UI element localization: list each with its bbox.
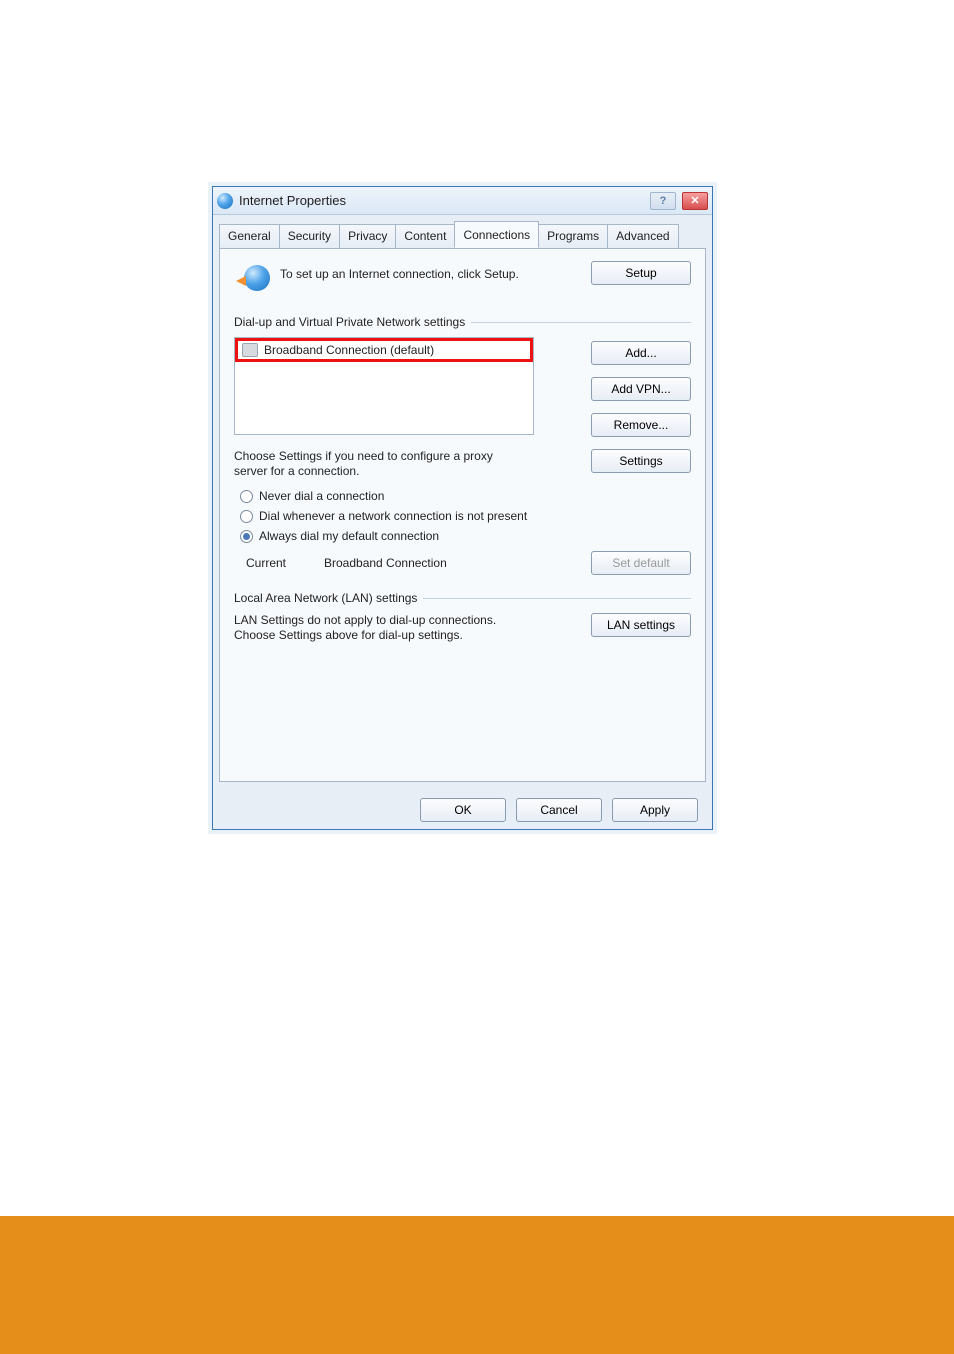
radio-dial-whenever[interactable]: Dial whenever a network connection is no… <box>240 509 691 523</box>
globe-small-icon <box>217 193 233 209</box>
setup-description: To set up an Internet connection, click … <box>280 261 520 282</box>
current-value: Broadband Connection <box>324 556 591 570</box>
radio-always-dial[interactable]: Always dial my default connection <box>240 529 691 543</box>
tab-privacy[interactable]: Privacy <box>339 224 396 248</box>
lan-section-label: Local Area Network (LAN) settings <box>234 591 417 605</box>
tab-security[interactable]: Security <box>279 224 340 248</box>
radio-icon <box>240 530 253 543</box>
list-item-label: Broadband Connection (default) <box>264 343 434 357</box>
radio-label: Never dial a connection <box>259 489 384 503</box>
set-default-button: Set default <box>591 551 691 575</box>
page-root: Internet Properties ? ✕ General Security… <box>0 0 954 1354</box>
proxy-description: Choose Settings if you need to configure… <box>234 449 518 479</box>
tab-general[interactable]: General <box>219 224 280 248</box>
lan-description: LAN Settings do not apply to dial-up con… <box>234 613 518 643</box>
dialup-section-header: Dial-up and Virtual Private Network sett… <box>234 315 691 329</box>
dialup-section-label: Dial-up and Virtual Private Network sett… <box>234 315 465 329</box>
lan-section-header: Local Area Network (LAN) settings <box>234 591 691 605</box>
list-item[interactable]: Broadband Connection (default) <box>235 338 533 362</box>
radio-icon <box>240 490 253 503</box>
lan-settings-button[interactable]: LAN settings <box>591 613 691 637</box>
settings-button[interactable]: Settings <box>591 449 691 473</box>
help-button[interactable]: ? <box>650 192 676 210</box>
add-button[interactable]: Add... <box>591 341 691 365</box>
remove-button[interactable]: Remove... <box>591 413 691 437</box>
radio-icon <box>240 510 253 523</box>
radio-label: Dial whenever a network connection is no… <box>259 509 527 523</box>
cancel-button[interactable]: Cancel <box>516 798 602 822</box>
setup-button[interactable]: Setup <box>591 261 691 285</box>
current-label: Current <box>234 556 324 570</box>
internet-properties-window: Internet Properties ? ✕ General Security… <box>212 186 713 830</box>
globe-icon <box>238 265 270 297</box>
footer-bar <box>0 1216 954 1354</box>
tab-connections[interactable]: Connections <box>454 221 539 248</box>
tab-advanced[interactable]: Advanced <box>607 224 678 248</box>
add-vpn-button[interactable]: Add VPN... <box>591 377 691 401</box>
window-title: Internet Properties <box>239 193 346 208</box>
apply-button[interactable]: Apply <box>612 798 698 822</box>
connections-listbox[interactable]: Broadband Connection (default) <box>234 337 534 435</box>
connections-panel: To set up an Internet connection, click … <box>219 248 706 782</box>
radio-label: Always dial my default connection <box>259 529 439 543</box>
tab-strip: General Security Privacy Content Connect… <box>213 215 712 248</box>
dialog-button-row: OK Cancel Apply <box>213 790 712 834</box>
tab-programs[interactable]: Programs <box>538 224 608 248</box>
tab-content[interactable]: Content <box>395 224 455 248</box>
close-button[interactable]: ✕ <box>682 192 708 210</box>
radio-never-dial[interactable]: Never dial a connection <box>240 489 691 503</box>
ok-button[interactable]: OK <box>420 798 506 822</box>
dial-radio-group: Never dial a connection Dial whenever a … <box>234 489 691 543</box>
modem-icon <box>242 343 258 357</box>
titlebar: Internet Properties ? ✕ <box>213 187 712 215</box>
